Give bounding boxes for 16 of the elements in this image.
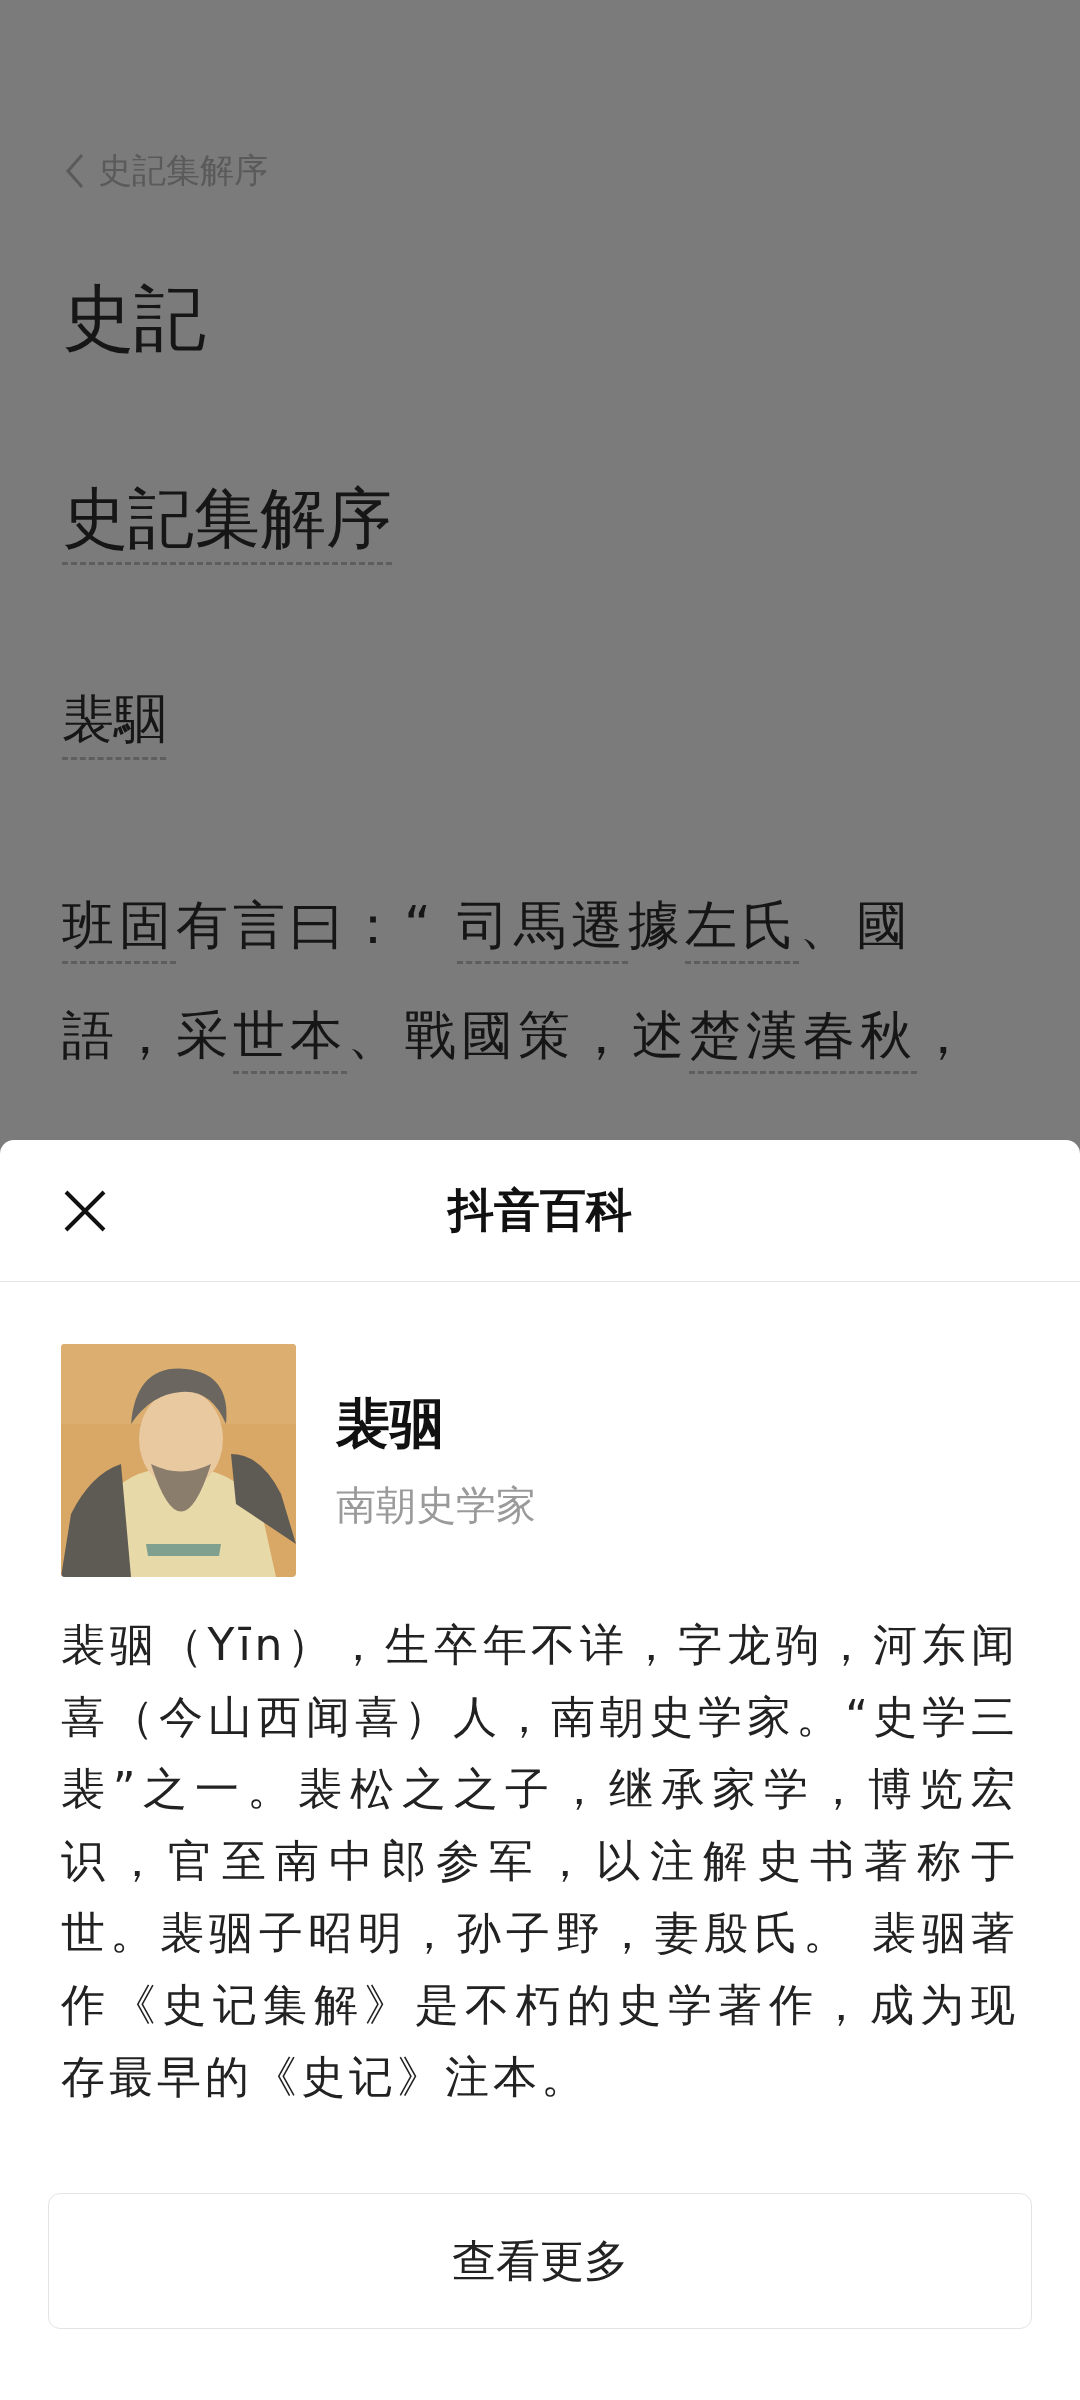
view-more-button[interactable]: 查看更多 <box>48 2193 1032 2329</box>
entry-name: 裴骃 <box>336 1396 445 1451</box>
entry-description: 裴骃（Yīn），生卒年不详，字龙驹，河东闻喜（今山西闻喜）人，南朝史学家。“史学三裴”之一。裴松之之子，继承家学，博览宏识，官至南中郎参军，以注解史书著称于世。裴骃子昭明，孙子野，妻殷氏。 裴骃著作《史记集解》是不朽的史学著作，成为现存最早的《史记》注本。 <box>61 1618 1019 2104</box>
term-link[interactable]: 司馬遷 <box>457 895 629 964</box>
body-paragraph: 班固 有言曰：“ 司馬遷據左氏、國語，采世本、戰國策，述楚漢春秋， <box>62 870 1022 1090</box>
term-link[interactable]: 班固 <box>62 895 176 964</box>
term-link[interactable]: 左氏 <box>685 895 800 964</box>
close-button[interactable] <box>62 1188 108 1234</box>
book-title: 史記 <box>62 282 207 354</box>
term-link[interactable]: 楚漢春秋 <box>689 1005 917 1074</box>
author-link[interactable]: 裴駰 <box>62 693 166 760</box>
sheet-title: 抖音百科 <box>448 1182 632 1239</box>
chapter-title-link[interactable]: 史記集解序 <box>62 486 392 565</box>
entry-subtitle: 南朝史学家 <box>336 1484 536 1525</box>
term-link[interactable]: 世本 <box>233 1005 347 1074</box>
close-icon <box>64 1190 106 1232</box>
